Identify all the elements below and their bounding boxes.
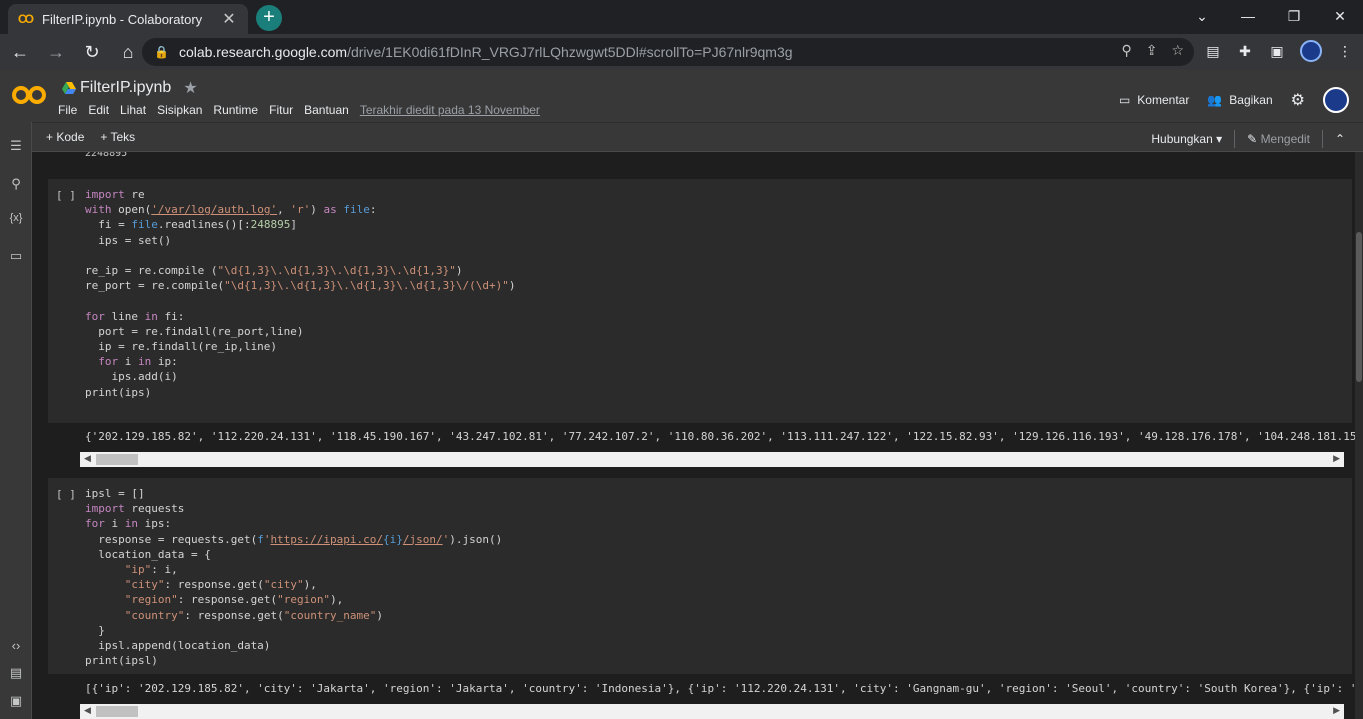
menu-edit[interactable]: Edit	[88, 103, 109, 117]
toc-icon[interactable]: ☰	[0, 138, 32, 154]
comment-label: Komentar	[1137, 93, 1190, 107]
menu-bar: File Edit Lihat Sisipkan Runtime Fitur B…	[58, 103, 540, 117]
share-label: Bagikan	[1229, 93, 1273, 107]
scroll-left-icon[interactable]: ◀	[84, 705, 91, 716]
code-cell-2[interactable]: [ ] ipsl = [] import requests for i in i…	[48, 478, 1352, 674]
people-icon: 👥	[1207, 93, 1223, 107]
search-icon[interactable]: ⚲	[0, 176, 32, 192]
home-icon[interactable]: ⌂	[112, 36, 144, 68]
menu-file[interactable]: File	[58, 103, 77, 117]
browser-toolbar: ← → ↻ ⌂ 🔒 colab.research.google.com/driv…	[0, 34, 1363, 70]
menu-insert[interactable]: Sisipkan	[157, 103, 202, 117]
tab-title: FilterIP.ipynb - Colaboratory	[42, 11, 203, 27]
restore-icon[interactable]: ❐	[1271, 0, 1317, 32]
browser-titlebar: CO FilterIP.ipynb - Colaboratory ✕ + ⌄ —…	[0, 0, 1363, 34]
zoom-icon[interactable]: ⚲	[1121, 42, 1131, 59]
menu-runtime[interactable]: Runtime	[213, 103, 258, 117]
divider	[1321, 130, 1323, 148]
scrollbar-thumb[interactable]	[1356, 232, 1362, 382]
close-icon[interactable]: ✕	[220, 9, 238, 29]
colab-header: FilterIP.ipynb ★ File Edit Lihat Sisipka…	[0, 70, 1363, 122]
puzzle-icon[interactable]: ✚	[1236, 43, 1254, 60]
divider	[1234, 130, 1236, 148]
cell-1-output: {'202.129.185.82', '112.220.24.131', '11…	[85, 430, 1363, 443]
folder-icon[interactable]: ▭	[0, 248, 32, 264]
cell-2-output: [{'ip': '202.129.185.82', 'city': 'Jakar…	[85, 682, 1363, 695]
add-code-button[interactable]: + Kode	[46, 130, 84, 144]
close-window-icon[interactable]: ✕	[1317, 0, 1363, 32]
window-controls: ⌄ — ❐ ✕	[1179, 0, 1363, 32]
code-editor[interactable]: import re with open('/var/log/auth.log',…	[85, 187, 515, 400]
drive-icon	[62, 82, 76, 94]
star-icon[interactable]: ★	[183, 78, 197, 98]
run-cell-button[interactable]: [ ]	[56, 189, 76, 202]
pencil-icon: ✎	[1247, 132, 1258, 146]
run-cell-button[interactable]: [ ]	[56, 488, 76, 501]
scroll-right-icon[interactable]: ▶	[1333, 705, 1340, 716]
variables-icon[interactable]: {x}	[0, 212, 32, 224]
add-text-button[interactable]: + Teks	[100, 130, 135, 144]
editing-mode-button[interactable]: ✎ Mengedit	[1247, 132, 1310, 146]
back-arrow-icon[interactable]: ←	[4, 36, 36, 68]
chevron-up-icon[interactable]: ⌃	[1335, 132, 1345, 146]
colab-favicon-icon: CO	[18, 12, 34, 26]
scroll-right-icon[interactable]: ▶	[1333, 453, 1340, 464]
add-code-label: Kode	[56, 130, 85, 144]
code-snippets-icon[interactable]: ‹›	[0, 638, 32, 653]
colab-logo[interactable]	[12, 84, 46, 106]
terminal-icon[interactable]: ▣	[0, 693, 32, 709]
extension-icons: ▤ ✚ ▣ ⋮	[1204, 40, 1354, 62]
last-edited-link[interactable]: Terakhir diedit pada 13 November	[360, 103, 540, 117]
scroll-left-icon[interactable]: ◀	[84, 453, 91, 464]
printer-icon[interactable]: ▤	[1204, 43, 1222, 60]
lock-icon[interactable]: 🔒	[154, 45, 169, 59]
url-path: /drive/1EK0di61fDInR_VRGJ7rlLQhzwgwt5DDl…	[347, 44, 793, 60]
horizontal-scrollbar[interactable]: ◀ ▶	[80, 452, 1344, 467]
vertical-scrollbar[interactable]	[1355, 152, 1363, 719]
new-tab-button[interactable]: +	[256, 5, 282, 31]
menu-help[interactable]: Bantuan	[304, 103, 349, 117]
browser-tab[interactable]: CO FilterIP.ipynb - Colaboratory ✕	[8, 4, 248, 34]
reload-icon[interactable]: ↻	[76, 36, 108, 68]
share-button[interactable]: 👥 Bagikan	[1207, 93, 1272, 107]
comment-button[interactable]: ▭ Komentar	[1119, 93, 1189, 107]
horizontal-scrollbar[interactable]: ◀ ▶	[80, 704, 1344, 719]
notebook-title[interactable]: FilterIP.ipynb	[80, 79, 171, 97]
url-host: colab.research.google.com	[178, 44, 348, 60]
menu-view[interactable]: Lihat	[120, 103, 146, 117]
scrollbar-thumb[interactable]	[96, 706, 138, 717]
tab-search-icon[interactable]: ⌄	[1179, 0, 1225, 32]
share-page-icon[interactable]: ⇪	[1146, 42, 1158, 59]
gear-icon[interactable]: ⚙	[1291, 90, 1305, 110]
side-panel-icon[interactable]: ▣	[1268, 43, 1286, 60]
connect-label: Hubungkan	[1151, 132, 1213, 146]
minimize-icon[interactable]: —	[1225, 0, 1271, 32]
menu-tools[interactable]: Fitur	[269, 103, 293, 117]
chevron-down-icon: ▾	[1216, 132, 1223, 146]
notebook-area: 2248895 [ ] import re with open('/var/lo…	[32, 152, 1363, 719]
command-palette-icon[interactable]: ▤	[0, 665, 32, 681]
bookmark-star-icon[interactable]: ☆	[1171, 42, 1184, 59]
add-text-label: Teks	[110, 130, 136, 144]
more-menu-icon[interactable]: ⋮	[1336, 43, 1354, 60]
plus-icon: +	[263, 6, 275, 28]
profile-avatar[interactable]	[1300, 40, 1322, 62]
address-bar[interactable]: 🔒 colab.research.google.com/drive/1EK0di…	[142, 38, 1194, 66]
previous-output: 2248895	[85, 152, 128, 159]
comment-icon: ▭	[1118, 93, 1131, 107]
scrollbar-thumb[interactable]	[96, 454, 138, 465]
editing-label: Mengedit	[1260, 132, 1310, 146]
code-cell-1[interactable]: [ ] import re with open('/var/log/auth.l…	[48, 179, 1352, 423]
code-editor[interactable]: ipsl = [] import requests for i in ips: …	[85, 486, 502, 668]
colab-toolbar: + Kode + Teks Hubungkan ▾ ✎ Mengedit ⌃	[0, 122, 1363, 152]
forward-arrow-icon[interactable]: →	[40, 36, 72, 68]
left-rail: ☰ ⚲ {x} ▭ ‹› ▤ ▣	[0, 122, 32, 719]
connect-button[interactable]: Hubungkan ▾	[1151, 132, 1222, 146]
account-avatar[interactable]	[1323, 87, 1349, 113]
